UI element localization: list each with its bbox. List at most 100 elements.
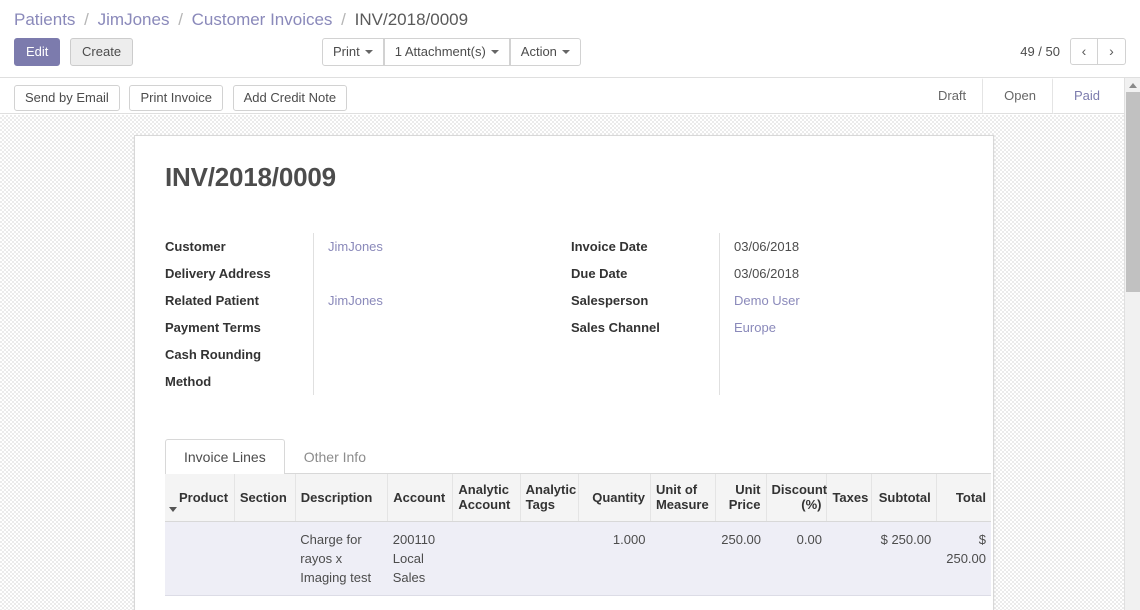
breadcrumb-separator: / xyxy=(341,10,346,29)
form-background: INV/2018/0009 Customer Delivery Address … xyxy=(0,115,1124,610)
cell-total[interactable]: $ 250.00 xyxy=(936,521,991,596)
column-header-section[interactable]: Section xyxy=(234,474,296,522)
print-invoice-button[interactable]: Print Invoice xyxy=(129,85,223,111)
value-related-patient: JimJones xyxy=(328,287,571,314)
column-header-subtotal[interactable]: Subtotal xyxy=(871,474,937,522)
status-step-draft[interactable]: Draft xyxy=(915,78,983,113)
notebook-tabs: Invoice Lines Other Info xyxy=(165,439,991,474)
form-groups: Customer Delivery Address Related Patien… xyxy=(165,233,977,395)
value-sales-channel: Europe xyxy=(734,314,977,341)
chevron-left-icon: ‹ xyxy=(1081,43,1087,59)
cell-description[interactable]: Charge for rayos x Imaging test xyxy=(295,521,388,596)
value-cash-rounding xyxy=(328,341,571,368)
label-customer: Customer xyxy=(165,239,226,254)
pager: 49 / 50 ‹ › xyxy=(1020,38,1126,65)
form-group-left-values: JimJones JimJones xyxy=(313,233,571,395)
sales-channel-link[interactable]: Europe xyxy=(734,320,776,335)
value-customer: JimJones xyxy=(328,233,571,260)
column-header-unit-price[interactable]: Unit Price xyxy=(715,474,767,522)
cell-unit-price[interactable]: 250.00 xyxy=(715,521,767,596)
column-header-account[interactable]: Account xyxy=(387,474,454,522)
chevron-right-icon: › xyxy=(1109,43,1114,59)
value-due-date: 03/06/2018 xyxy=(734,266,800,281)
breadcrumb-item-patients[interactable]: Patients xyxy=(14,10,75,29)
label-due-date: Due Date xyxy=(571,266,628,281)
label-salesperson: Salesperson xyxy=(571,293,649,308)
control-panel-buttons: Edit Create Print 1 Attachment(s) Action… xyxy=(0,35,1140,75)
breadcrumb-item-jimjones[interactable]: JimJones xyxy=(98,10,170,29)
cell-discount[interactable]: 0.00 xyxy=(766,521,827,596)
table-header-row: Product Section Description Account Anal… xyxy=(165,474,991,522)
cell-taxes[interactable] xyxy=(826,521,872,596)
column-header-analytic-account[interactable]: Analytic Account xyxy=(452,474,521,522)
status-step-paid-label: Paid xyxy=(1073,88,1100,103)
control-panel: Patients / JimJones / Customer Invoices … xyxy=(0,0,1140,78)
column-header-product-label: Product xyxy=(179,489,229,505)
vertical-scrollbar[interactable] xyxy=(1124,78,1140,610)
related-patient-link[interactable]: JimJones xyxy=(328,293,383,308)
scroll-up-arrow-icon[interactable] xyxy=(1125,78,1140,92)
column-header-quantity[interactable]: Quantity xyxy=(578,474,651,522)
form-group-left: Customer Delivery Address Related Patien… xyxy=(165,233,571,395)
print-dropdown-label: Print xyxy=(333,44,360,59)
column-header-total[interactable]: Total xyxy=(936,474,991,522)
cell-product[interactable] xyxy=(165,521,235,596)
cell-section[interactable] xyxy=(234,521,296,596)
cell-unit-of-measure[interactable] xyxy=(650,521,716,596)
breadcrumb-item-customer-invoices[interactable]: Customer Invoices xyxy=(192,10,333,29)
create-button[interactable]: Create xyxy=(70,38,134,66)
control-panel-dropdowns: Print 1 Attachment(s) Action xyxy=(322,38,581,66)
label-payment-terms: Payment Terms xyxy=(165,320,261,335)
action-dropdown[interactable]: Action xyxy=(509,38,581,66)
send-by-email-button[interactable]: Send by Email xyxy=(14,85,120,111)
column-header-product[interactable]: Product xyxy=(165,474,235,522)
label-cash-rounding: Cash Rounding xyxy=(165,347,262,362)
label-sales-channel: Sales Channel xyxy=(571,320,660,335)
cell-analytic-account[interactable] xyxy=(452,521,521,596)
value-salesperson: Demo User xyxy=(734,287,977,314)
chevron-down-icon xyxy=(364,50,373,54)
value-method xyxy=(328,368,571,395)
table-row[interactable]: Charge for rayos x Imaging test 200110 L… xyxy=(165,521,991,596)
breadcrumb-item-current-record: INV/2018/0009 xyxy=(354,10,469,29)
form-group-right-labels: Invoice Date Due Date Salesperson Sales … xyxy=(571,233,719,395)
status-step-draft-label: Draft xyxy=(937,88,967,103)
column-header-discount[interactable]: Discount (%) xyxy=(766,474,828,522)
edit-button[interactable]: Edit xyxy=(14,38,61,66)
attachments-dropdown[interactable]: 1 Attachment(s) xyxy=(383,38,510,66)
statusbar-row: Send by Email Print Invoice Add Credit N… xyxy=(0,78,1124,114)
form-group-right: Invoice Date Due Date Salesperson Sales … xyxy=(571,233,977,395)
label-delivery-address: Delivery Address xyxy=(165,266,271,281)
pager-previous-button[interactable]: ‹ xyxy=(1070,38,1098,65)
statusbar: Draft Open Paid xyxy=(915,78,1116,114)
status-step-open-label: Open xyxy=(1004,88,1036,103)
add-credit-note-button[interactable]: Add Credit Note xyxy=(232,85,348,111)
salesperson-link[interactable]: Demo User xyxy=(734,293,800,308)
pager-next-button[interactable]: › xyxy=(1098,38,1126,65)
pager-value: 49 / 50 xyxy=(1020,44,1060,59)
cell-analytic-tags[interactable] xyxy=(520,521,579,596)
cell-account[interactable]: 200110 Local Sales xyxy=(387,521,453,596)
column-header-taxes[interactable]: Taxes xyxy=(826,474,872,522)
tab-other-info[interactable]: Other Info xyxy=(285,439,385,474)
chevron-down-icon xyxy=(490,50,499,54)
label-related-patient: Related Patient xyxy=(165,293,259,308)
print-dropdown[interactable]: Print xyxy=(322,38,384,66)
label-method: Method xyxy=(165,374,212,389)
cell-quantity[interactable]: 1.000 xyxy=(578,521,651,596)
cell-subtotal[interactable]: $ 250.00 xyxy=(871,521,937,596)
status-step-open[interactable]: Open xyxy=(982,78,1052,114)
record-action-buttons: Send by Email Print Invoice Add Credit N… xyxy=(14,85,353,111)
invoice-lines-table: Product Section Description Account Anal… xyxy=(165,474,991,596)
form-sheet: INV/2018/0009 Customer Delivery Address … xyxy=(134,135,994,610)
customer-link[interactable]: JimJones xyxy=(328,239,383,254)
attachments-dropdown-label: 1 Attachment(s) xyxy=(394,44,486,59)
scrollbar-thumb[interactable] xyxy=(1126,92,1140,292)
breadcrumb-separator: / xyxy=(178,10,183,29)
column-header-description[interactable]: Description xyxy=(295,474,389,522)
value-delivery-address xyxy=(328,260,571,287)
column-header-analytic-tags[interactable]: Analytic Tags xyxy=(520,474,580,522)
tab-invoice-lines[interactable]: Invoice Lines xyxy=(165,439,285,474)
status-step-paid[interactable]: Paid xyxy=(1051,78,1116,114)
column-header-unit-of-measure[interactable]: Unit of Measure xyxy=(650,474,717,522)
